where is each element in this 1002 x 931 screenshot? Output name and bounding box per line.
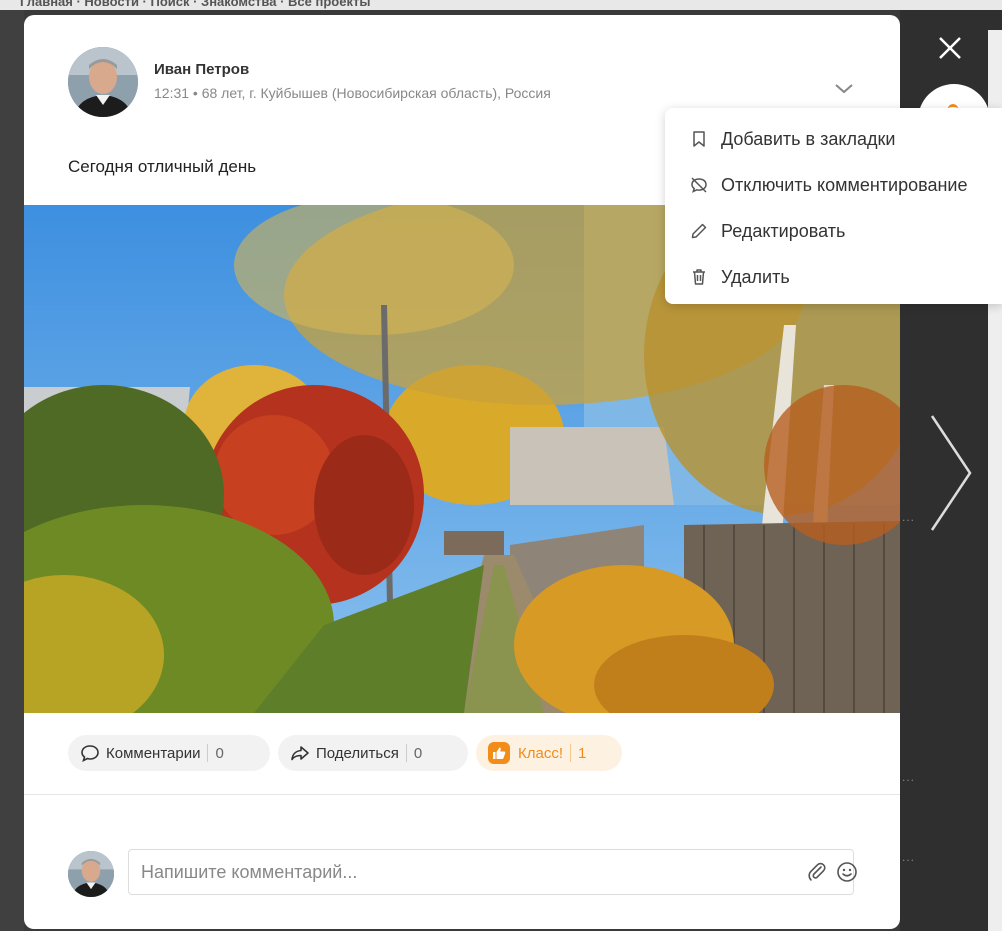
close-modal-button[interactable] <box>930 28 970 68</box>
divider <box>24 794 900 795</box>
background-dots: ... <box>902 770 916 784</box>
emoji-button[interactable] <box>836 861 858 883</box>
chevron-down-icon <box>835 84 853 94</box>
chevron-right-icon <box>930 415 972 531</box>
menu-item-label: Отключить комментирование <box>721 174 968 195</box>
like-button[interactable]: Класс! 1 <box>476 735 622 771</box>
comments-label: Комментарии <box>106 744 201 762</box>
bookmark-icon <box>693 131 705 147</box>
comments-count: 0 <box>215 744 224 762</box>
background-dots: ... <box>902 850 916 864</box>
attach-button[interactable] <box>806 861 828 883</box>
user-photo-icon <box>68 851 114 897</box>
comments-button[interactable]: Комментарии 0 <box>68 735 270 771</box>
author-avatar[interactable] <box>68 47 138 117</box>
post-text: Сегодня отличный день <box>68 157 257 176</box>
overlay-left-edge <box>0 10 24 931</box>
thumbs-up-icon <box>488 742 510 764</box>
comments-off-icon <box>691 177 707 193</box>
share-label: Поделиться <box>316 744 399 762</box>
user-photo-icon <box>68 47 138 117</box>
menu-item-bookmark[interactable]: Добавить в закладки <box>665 116 1002 162</box>
smile-icon <box>837 862 857 882</box>
menu-item-label: Редактировать <box>721 220 846 241</box>
menu-item-label: Удалить <box>721 266 790 287</box>
like-count: 1 <box>578 744 587 762</box>
menu-item-label: Добавить в закладки <box>721 128 896 149</box>
like-label: Класс! <box>518 744 563 762</box>
trash-icon <box>693 269 705 285</box>
current-user-avatar[interactable] <box>68 851 114 897</box>
separator <box>570 744 571 762</box>
pencil-icon <box>691 223 707 239</box>
post-options-menu: Добавить в закладки Отключить комментиро… <box>665 108 1002 304</box>
separator <box>207 744 209 762</box>
share-button[interactable]: Поделиться 0 <box>278 735 468 771</box>
menu-item-edit[interactable]: Редактировать <box>665 208 1002 254</box>
post-options-button[interactable] <box>832 77 856 101</box>
share-count: 0 <box>413 744 423 762</box>
next-post-button[interactable] <box>924 408 978 538</box>
menu-item-disable-comments[interactable]: Отключить комментирование <box>665 162 1002 208</box>
menu-item-delete[interactable]: Удалить <box>665 254 1002 300</box>
separator <box>405 744 407 762</box>
background-dots: ... <box>902 510 916 524</box>
background-nav-text: Главная · Новости · Поиск · Знакомства ·… <box>20 0 371 9</box>
share-icon <box>291 746 309 761</box>
close-icon <box>939 37 961 59</box>
comment-composer <box>68 849 858 897</box>
comment-icon <box>81 745 99 763</box>
paperclip-icon <box>808 862 826 881</box>
post-meta: 12:31 • 68 лет, г. Куйбышев (Новосибирск… <box>154 85 551 101</box>
author-name[interactable]: Иван Петров <box>154 61 249 78</box>
background-page-nav: Главная · Новости · Поиск · Знакомства ·… <box>0 0 1002 10</box>
comment-input[interactable] <box>128 849 854 895</box>
